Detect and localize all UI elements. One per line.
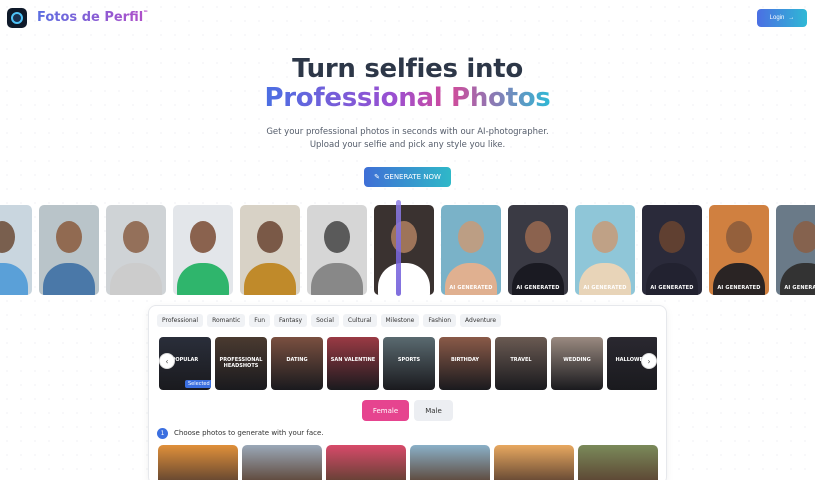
ai-generated-photo: AI GENERATED <box>709 205 769 295</box>
style-card-wedding[interactable]: WEDDING <box>551 337 603 390</box>
camera-logo-icon[interactable] <box>7 8 27 28</box>
style-label: PROFESSIONAL HEADSHOTS <box>219 357 263 369</box>
choose-photo-card[interactable] <box>158 445 238 480</box>
step-instruction: Choose photos to generate with your face… <box>174 429 324 437</box>
carousel-prev-button[interactable]: ‹ <box>159 353 175 369</box>
style-label: BIRTHDAY <box>450 357 480 363</box>
category-tag-adventure[interactable]: Adventure <box>460 314 502 327</box>
choose-photo-card[interactable] <box>410 445 490 480</box>
style-card-sports[interactable]: SPORTS <box>383 337 435 390</box>
header: Fotos de Perfil™ Login → <box>0 0 815 38</box>
category-tag-professional[interactable]: Professional <box>157 314 204 327</box>
hero-title-line1: Turn selfies into <box>292 54 523 84</box>
body <box>311 263 363 295</box>
face <box>56 221 82 253</box>
ai-generated-label: AI GENERATED <box>650 285 694 291</box>
category-tag-social[interactable]: Social <box>311 314 339 327</box>
category-tag-fun[interactable]: Fun <box>249 314 271 327</box>
ai-generated-label: AI GENERATED <box>583 285 627 291</box>
body <box>43 263 95 295</box>
category-tag-fantasy[interactable]: Fantasy <box>274 314 308 327</box>
style-label: SPORTS <box>397 357 421 363</box>
selected-badge: Selected <box>185 380 211 388</box>
female-toggle[interactable]: Female <box>362 400 409 421</box>
body <box>110 263 162 295</box>
selfie-photo <box>240 205 300 295</box>
face <box>525 221 551 253</box>
style-label: WEDDING <box>563 357 591 363</box>
style-card-birthday[interactable]: BIRTHDAY <box>439 337 491 390</box>
style-carousel: POPULAR Selected PROFESSIONAL HEADSHOTS DAT… <box>159 337 657 391</box>
style-card-travel[interactable]: TRAVEL <box>495 337 547 390</box>
selfie-photo <box>307 205 367 295</box>
category-tag-milestone[interactable]: Milestone <box>380 314 420 327</box>
step-number-badge: 1 <box>157 428 168 439</box>
selfie-photo <box>106 205 166 295</box>
ai-generated-label: AI GENERATED <box>382 285 426 291</box>
face <box>190 221 216 253</box>
generate-now-button[interactable]: ✎ GENERATE NOW <box>364 167 451 187</box>
choose-photo-card[interactable] <box>578 445 658 480</box>
face <box>0 221 15 253</box>
choose-photo-card[interactable] <box>326 445 406 480</box>
style-card-san-valentine[interactable]: SAN VALENTINE <box>327 337 379 390</box>
category-tag-romantic[interactable]: Romantic <box>207 314 246 327</box>
face <box>391 221 417 253</box>
face <box>324 221 350 253</box>
ai-generated-photo: AI GENERATED <box>642 205 702 295</box>
wand-icon: ✎ <box>374 173 380 181</box>
face <box>659 221 685 253</box>
face <box>592 221 618 253</box>
ai-generated-photo: AI GENERATED <box>508 205 568 295</box>
ai-generated-label: AI GENERATED <box>717 285 761 291</box>
arrow-right-icon: → <box>788 15 795 21</box>
body <box>244 263 296 295</box>
body <box>177 263 229 295</box>
brand-name[interactable]: Fotos de Perfil™ <box>37 10 148 25</box>
ai-generated-label: AI GENERATED <box>516 285 560 291</box>
hero-subtitle-2: Upload your selfie and pick any style yo… <box>309 140 506 150</box>
style-label: TRAVEL <box>510 357 532 363</box>
category-tag-cultural[interactable]: Cultural <box>342 314 377 327</box>
face <box>123 221 149 253</box>
hero-subtitle-1: Get your professional photos in seconds … <box>266 127 549 137</box>
choose-photo-card[interactable] <box>494 445 574 480</box>
face <box>257 221 283 253</box>
face <box>726 221 752 253</box>
style-card-dating[interactable]: DATING <box>271 337 323 390</box>
style-card-professional-headshots[interactable]: PROFESSIONAL HEADSHOTS <box>215 337 267 390</box>
style-label: SAN VALENTINE <box>330 357 376 363</box>
hero-title-line2: Professional Photos <box>264 83 551 113</box>
category-tabs: Professional Romantic Fun Fantasy Social Cult… <box>157 314 502 327</box>
face <box>793 221 815 253</box>
carousel-next-button[interactable]: › <box>641 353 657 369</box>
comparison-divider[interactable] <box>396 200 401 296</box>
selfie-photo <box>173 205 233 295</box>
selfie-photo <box>0 205 32 295</box>
ai-generated-photo: AI GENERATED <box>575 205 635 295</box>
login-button[interactable]: Login → <box>757 9 807 27</box>
male-toggle[interactable]: Male <box>414 400 453 421</box>
body <box>0 263 28 295</box>
ai-generated-photo: AI GENERATED <box>776 205 815 295</box>
choose-photo-card[interactable] <box>242 445 322 480</box>
face <box>458 221 484 253</box>
selfie-photo <box>39 205 99 295</box>
style-label: DATING <box>286 357 308 363</box>
before-after-strip: AI GENERATED AI GENERATED AI GENERATED AI G… <box>0 205 815 295</box>
ai-generated-photo: AI GENERATED <box>441 205 501 295</box>
category-tag-fashion[interactable]: Fashion <box>423 314 457 327</box>
ai-generated-label: AI GENERATED <box>784 285 815 291</box>
ai-generated-label: AI GENERATED <box>449 285 493 291</box>
ai-generated-photo: AI GENERATED <box>374 205 434 295</box>
